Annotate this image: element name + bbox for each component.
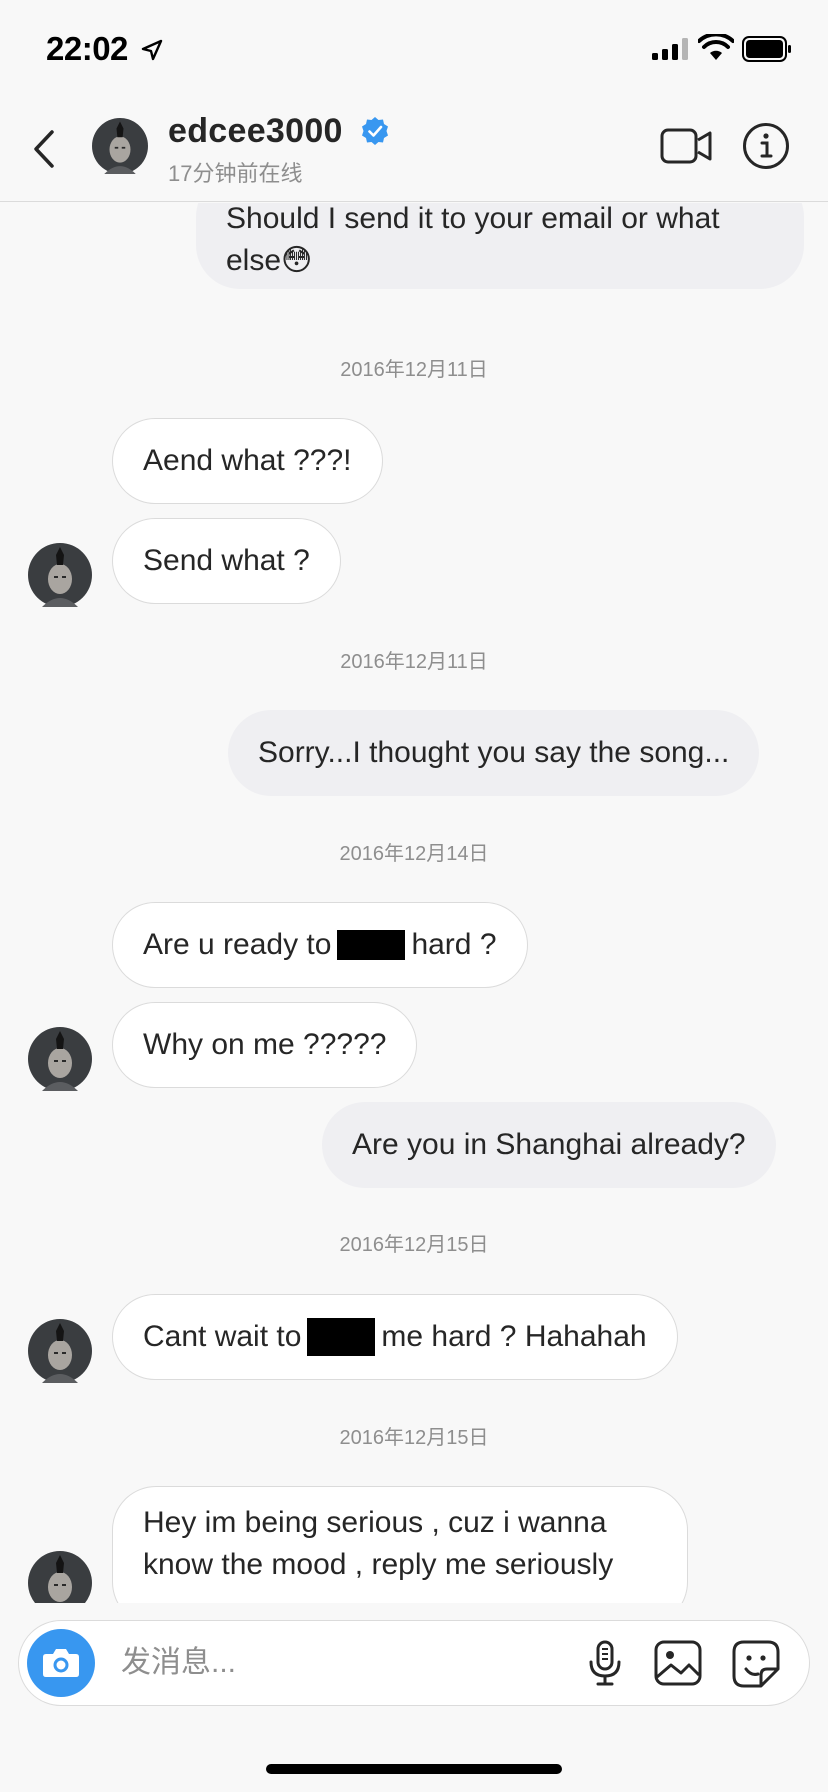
battery-icon: [742, 36, 791, 62]
location-arrow-icon: [141, 39, 163, 61]
message-text: Hey im being serious , cuz i wanna know …: [143, 1506, 614, 1581]
message-text: Aend what ???!: [143, 444, 352, 477]
message-text: Why on me ?????: [143, 1028, 387, 1061]
message-input[interactable]: [121, 1641, 561, 1685]
message-bubble-incoming[interactable]: Cant wait to me hard ? Hahahah: [112, 1294, 678, 1380]
message-composer: [18, 1620, 810, 1706]
verified-icon: [362, 117, 388, 145]
message-bubble-incoming[interactable]: Hey im being serious , cuz i wanna know …: [112, 1486, 688, 1603]
info-icon[interactable]: [742, 122, 790, 170]
message-text: Should I send it to your email or what e…: [226, 203, 720, 277]
message-text: Cant wait to: [143, 1320, 302, 1353]
message-bubble-outgoing[interactable]: Are you in Shanghai already?: [322, 1102, 776, 1188]
video-call-icon[interactable]: [660, 124, 712, 168]
message-thread[interactable]: Should I send it to your email or what e…: [0, 203, 828, 1603]
presence-status: 17分钟前在线: [168, 161, 303, 186]
status-time: 22:02: [46, 30, 128, 67]
message-bubble-incoming[interactable]: Are u ready to hard ?: [112, 902, 528, 988]
gallery-icon[interactable]: [653, 1639, 703, 1687]
message-text: Send what ?: [143, 544, 310, 577]
message-bubble-incoming[interactable]: Aend what ???!: [112, 418, 383, 504]
message-bubble-outgoing[interactable]: Should I send it to your email or what e…: [196, 203, 804, 289]
message-text: Sorry...I thought you say the song...: [258, 736, 730, 769]
message-bubble-incoming[interactable]: Send what ?: [112, 518, 341, 604]
date-separator: 2016年12月14日: [339, 843, 489, 865]
message-bubble-outgoing[interactable]: Sorry...I thought you say the song...: [228, 710, 760, 796]
date-separator: 2016年12月11日: [340, 359, 488, 381]
chat-header: edcee3000 17分钟前在线: [0, 100, 828, 202]
redaction-box: [307, 1318, 376, 1356]
date-separator: 2016年12月15日: [339, 1234, 489, 1256]
status-bar: 22:02: [0, 0, 828, 100]
microphone-icon[interactable]: [581, 1639, 629, 1687]
redaction-box: [337, 930, 406, 960]
message-text: Are you in Shanghai already?: [352, 1128, 746, 1161]
avatar[interactable]: [92, 118, 148, 174]
avatar[interactable]: [28, 1319, 92, 1383]
header-username[interactable]: edcee3000: [168, 112, 343, 151]
message-bubble-incoming[interactable]: Why on me ?????: [112, 1002, 418, 1088]
home-indicator[interactable]: [266, 1764, 562, 1774]
message-text: me hard ? Hahahah: [381, 1320, 647, 1353]
avatar[interactable]: [28, 1551, 92, 1603]
camera-icon: [43, 1649, 79, 1677]
avatar[interactable]: [28, 1027, 92, 1091]
message-text: Are u ready to: [143, 928, 332, 961]
message-text: hard ?: [411, 928, 497, 961]
camera-button[interactable]: [27, 1629, 95, 1697]
date-separator: 2016年12月11日: [340, 651, 488, 673]
date-separator: 2016年12月15日: [339, 1427, 489, 1449]
sticker-icon[interactable]: [731, 1639, 781, 1689]
wifi-icon: [698, 34, 734, 60]
cellular-signal-icon: [652, 38, 688, 60]
avatar[interactable]: [28, 543, 92, 607]
back-icon[interactable]: [28, 124, 60, 174]
